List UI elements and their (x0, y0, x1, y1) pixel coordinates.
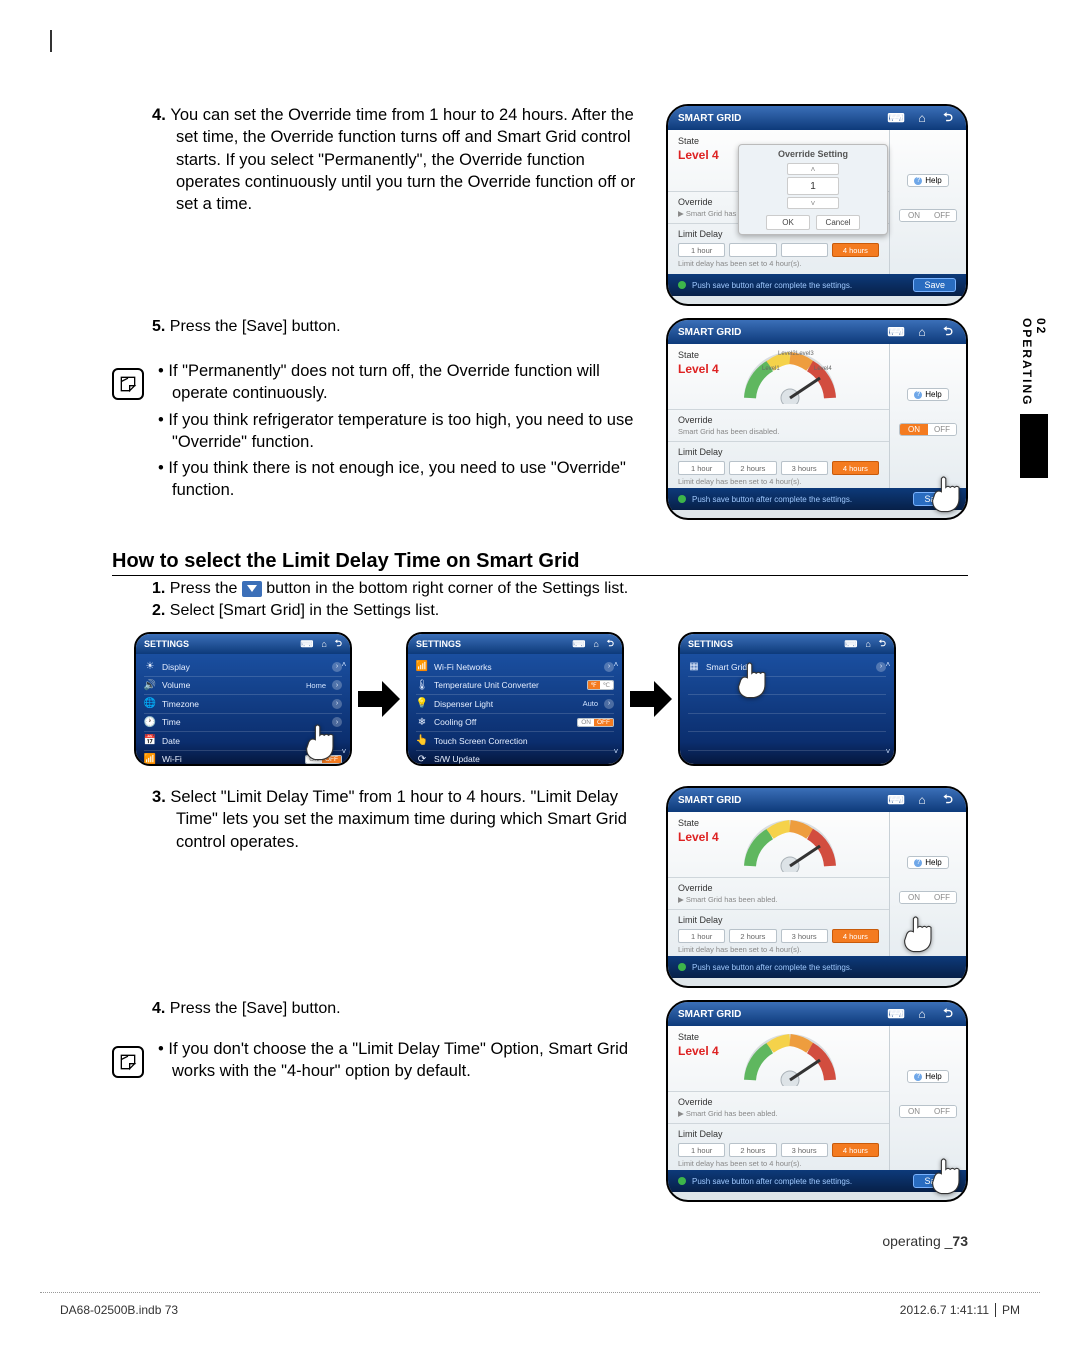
list-item: 🌐Timezone› (144, 695, 342, 714)
svg-text:Level1: Level1 (762, 366, 780, 372)
keypad-icon: ⌨ (300, 639, 313, 650)
save-button[interactable]: Save (913, 278, 956, 292)
scroll-up-icon: ˄ (342, 660, 347, 669)
settings-flow: SETTINGS ⌨ ⌂ ⮌ ☀Display› 🔊VolumeHome› 🌐T… (134, 632, 968, 766)
delay-4h[interactable]: 4 hours (832, 243, 879, 257)
note-b-1: If you don't choose the a "Limit Delay T… (158, 1038, 646, 1083)
override-toggle[interactable]: ON OFF (899, 209, 957, 222)
section-heading: How to select the Limit Delay Time on Sm… (112, 550, 968, 576)
override-down-button[interactable]: ˅ (787, 197, 839, 209)
note-a-1: If "Permanently" does not turn off, the … (158, 360, 646, 405)
section-tab-label: 02 OPERATING (1020, 318, 1048, 414)
list-item: ☀Display› (144, 658, 342, 677)
file-imprint: DA68-02500B.indb 73 (60, 1303, 178, 1317)
home-icon: ⌂ (321, 639, 326, 649)
status-dot-icon (678, 281, 686, 289)
override-up-button[interactable]: ˄ (787, 163, 839, 175)
settings-panel-2: SETTINGS ⌨⌂⮌ 📶Wi-Fi Networks› 🌡Temperatu… (406, 632, 624, 766)
keypad-icon[interactable]: ⌨ (888, 325, 904, 339)
list-item: 🔊VolumeHome› (144, 677, 342, 696)
limit-delay-options[interactable]: 1 hour 4 hours (678, 243, 879, 257)
smartgrid-panel-override-popup: SMART GRID ⌨ ⌂ ⮌ State Level 4 Override … (666, 104, 968, 306)
step-c-4: Press the [Save] button. (112, 1000, 646, 1018)
home-icon[interactable]: ⌂ (914, 111, 930, 125)
flow-arrow-icon (356, 679, 402, 719)
step-c-3: Select "Limit Delay Time" from 1 hour to… (112, 786, 646, 853)
override-popup: Override Setting ˄ 1 ˅ OK Cancel (738, 144, 888, 235)
note-icon (112, 368, 144, 400)
footer-hint: Push save button after complete the sett… (692, 281, 852, 290)
section-tab: 02 OPERATING (1020, 318, 1048, 478)
limit-delay-note: Limit delay has been set to 4 hour(s). (678, 259, 879, 268)
override-off[interactable]: OFF (928, 210, 956, 221)
delay-2h[interactable] (729, 243, 776, 257)
scroll-down-icon: ˅ (342, 747, 347, 756)
page-footer-label: operating _73 (882, 1233, 968, 1249)
display-icon: ☀ (144, 661, 156, 673)
update-icon: ⟳ (416, 753, 428, 764)
delay-3h[interactable] (781, 243, 828, 257)
override-ok-button[interactable]: OK (766, 215, 810, 230)
wifi-icon: 📶 (144, 753, 156, 764)
delay-1h[interactable]: 1 hour (678, 243, 725, 257)
print-timestamp: 2012.6.7 1:41:11PM (900, 1303, 1020, 1317)
override-on[interactable]: ON (900, 210, 928, 221)
smartgrid-panel-final: SMART GRID ⌨⌂⮌ State Level 4 (666, 1000, 968, 1202)
snow-icon: ❄ (416, 716, 428, 728)
note-a-3: If you think there is not enough ice, yo… (158, 457, 646, 502)
state-gauge-icon: Level1 Level2 Level3 Level4 (740, 348, 840, 404)
list-item-smartgrid: ▦Smart Grid› (688, 658, 886, 677)
override-value: 1 (787, 177, 839, 195)
svg-text:Level2: Level2 (778, 351, 796, 357)
note-a-2: If you think refrigerator temperature is… (158, 409, 646, 454)
list-item: 🕐Time› (144, 714, 342, 733)
help-icon: ? (914, 177, 922, 185)
override-popup-title: Override Setting (778, 149, 848, 159)
svg-text:Level4: Level4 (814, 366, 832, 372)
light-icon: 💡 (416, 698, 428, 710)
smartgrid-panel-select-delay: SMART GRID ⌨⌂⮌ State Level 4 (666, 786, 968, 988)
thermometer-icon: 🌡 (416, 679, 428, 691)
panel-title: SMART GRID (678, 113, 741, 124)
step-b-2: Select [Smart Grid] in the Settings list… (112, 602, 968, 620)
list-item: 📶Wi-FiONOFF (144, 751, 342, 765)
smartgrid-panel-main: SMART GRID ⌨ ⌂ ⮌ State Level 4 (666, 318, 968, 520)
volume-icon: 🔊 (144, 679, 156, 691)
list-item: 📅Date (144, 732, 342, 751)
keypad-icon[interactable]: ⌨ (888, 111, 904, 125)
wifi-icon: 📶 (416, 661, 428, 673)
clock-icon: 🕐 (144, 716, 156, 728)
help-button[interactable]: ? Help (907, 174, 948, 187)
grid-icon: ▦ (688, 661, 700, 673)
dropdown-icon (242, 581, 262, 597)
home-icon[interactable]: ⌂ (914, 325, 930, 339)
globe-icon: 🌐 (144, 698, 156, 710)
touch-icon: 👆 (416, 735, 428, 747)
note-icon (112, 1046, 144, 1078)
state-gauge-icon (740, 816, 840, 872)
step-b-1: Press the button in the bottom right cor… (112, 580, 968, 598)
panel-footer: Push save button after complete the sett… (668, 274, 966, 296)
flow-arrow-icon (628, 679, 674, 719)
back-icon: ⮌ (335, 636, 342, 652)
step-5: Press the [Save] button. (112, 318, 646, 336)
override-cancel-button[interactable]: Cancel (816, 215, 860, 230)
back-icon[interactable]: ⮌ (940, 111, 956, 125)
calendar-icon: 📅 (144, 735, 156, 747)
settings-panel-3: SETTINGS ⌨⌂⮌ ▦Smart Grid› ˄˅ (678, 632, 896, 766)
svg-text:Level3: Level3 (796, 351, 814, 357)
step-4: You can set the Override time from 1 hou… (112, 104, 646, 215)
panel-titlebar: SMART GRID ⌨ ⌂ ⮌ (668, 106, 966, 130)
settings-panel-1: SETTINGS ⌨ ⌂ ⮌ ☀Display› 🔊VolumeHome› 🌐T… (134, 632, 352, 766)
back-icon[interactable]: ⮌ (940, 325, 956, 339)
